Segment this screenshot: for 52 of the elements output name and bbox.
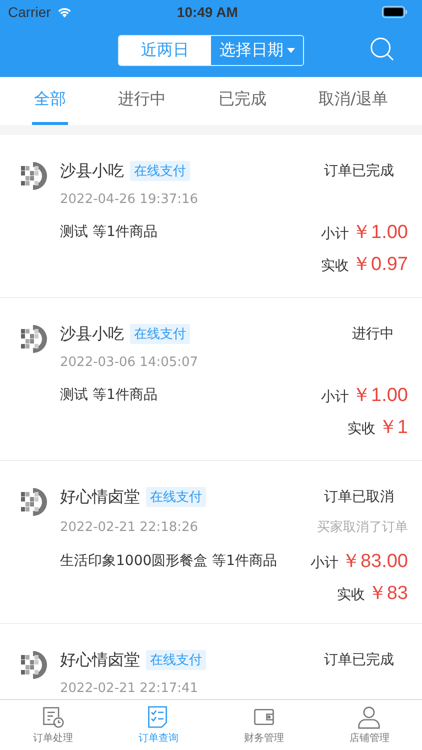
paid-label: 实收 [321,257,350,275]
document-clock-icon [40,705,65,729]
subtotal-label: 小计 [321,225,350,243]
subtotal-amount: ￥83.00 [341,550,408,574]
date-filter-tab[interactable]: 近两日 [119,36,211,65]
order-status: 订单已取消 [323,487,395,506]
payment-tag: 在线支付 [130,161,190,181]
order-status: 进行中 [351,324,395,343]
store-logo-icon [18,487,48,517]
store-logo-icon [18,650,48,680]
order-time: 2022-04-26 19:37:16 [60,192,198,207]
bottom-nav-tab[interactable]: 店铺管理 [316,700,422,750]
battery-icon [382,6,408,18]
order-items: 生活印象1000圆形餐盒 等1件商品 [60,552,277,570]
subtotal-amount: ￥1.00 [352,221,408,245]
store-name: 好心情卤堂 [60,486,140,508]
store-logo-icon [18,161,48,191]
paid-amount: ￥1 [378,416,408,440]
paid-amount: ￥83 [368,582,408,606]
payment-tag: 在线支付 [146,487,206,507]
order-items: 测试 等1件商品 [60,386,158,404]
subtotal-label: 小计 [321,388,350,406]
order-time: 2022-02-21 22:17:41 [60,681,198,696]
payment-tag: 在线支付 [146,650,206,670]
bottom-nav-tab[interactable]: 订单查询 [106,700,211,750]
paid-label: 实收 [347,420,376,438]
order-filter-tab[interactable]: 取消/退单 [316,77,390,125]
bottom-nav-tab[interactable]: 财务管理 [211,700,316,750]
paid-amount: ￥0.97 [352,253,408,277]
cancel-note: 买家取消了订单 [317,519,408,536]
order-filter-tab[interactable]: 已完成 [216,77,268,125]
order-items: 测试 等1件商品 [60,223,158,241]
carrier-name: Carrier [8,4,51,20]
subtotal-amount: ￥1.00 [352,384,408,408]
wifi-icon [56,6,73,18]
status-time: 10:49 AM [176,4,239,20]
store-name: 好心情卤堂 [60,650,140,670]
store-logo-icon [18,324,48,354]
person-icon [357,705,382,729]
order-filter-tab[interactable]: 全部 [32,77,68,125]
store-name: 沙县小吃 [60,160,124,182]
payment-tag: 在线支付 [130,324,190,344]
paid-label: 实收 [336,586,365,604]
order-time: 2022-02-21 22:18:26 [60,520,198,534]
store-name: 沙县小吃 [60,324,124,344]
subtotal-label: 小计 [310,554,338,572]
bottom-nav-tab[interactable]: 订单处理 [0,700,106,750]
order-status: 订单已完成 [323,161,395,180]
order-time: 2022-03-06 14:05:07 [60,355,198,370]
order-status: 订单已完成 [323,650,395,669]
search-icon[interactable] [370,37,394,61]
order-filter-tab[interactable]: 进行中 [116,77,168,125]
